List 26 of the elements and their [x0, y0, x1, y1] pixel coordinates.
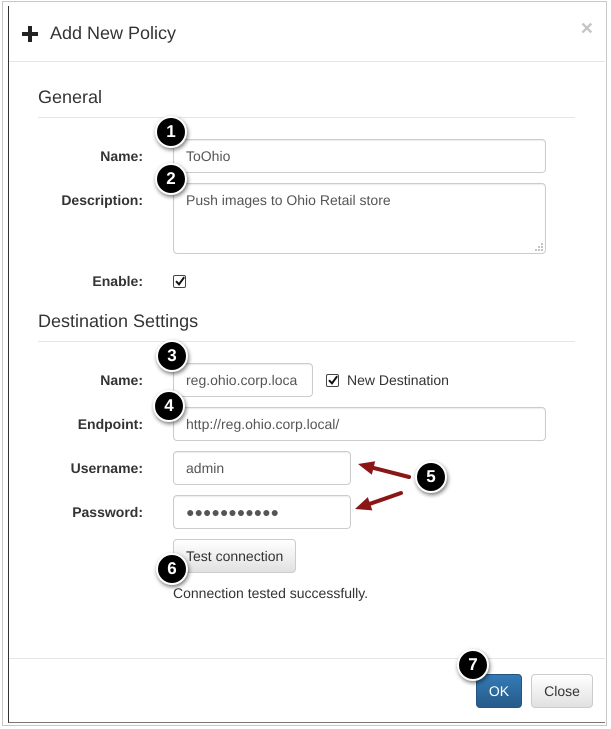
checkmark-icon	[328, 375, 338, 385]
plus-icon	[22, 26, 38, 42]
field-label: Name:	[100, 146, 143, 166]
field-label: Endpoint:	[78, 414, 143, 434]
section-heading: Destination Settings	[38, 311, 198, 331]
status-message: Connection tested successfully.	[173, 584, 368, 603]
field-label: Password:	[72, 502, 143, 522]
text-field[interactable]: http://reg.ohio.corp.local/	[173, 407, 546, 441]
field-label: Username:	[70, 458, 143, 478]
text-field[interactable]: ToOhio	[173, 139, 546, 173]
checkbox[interactable]	[326, 374, 339, 386]
field-label: Description:	[61, 190, 143, 210]
checkbox-label: New Destination	[347, 370, 449, 390]
text-field[interactable]: reg.ohio.corp.loca	[173, 363, 313, 397]
ok-button[interactable]: OK	[476, 674, 522, 708]
description-field[interactable]: Push images to Ohio Retail store	[173, 183, 546, 254]
field-label: Name:	[100, 370, 143, 390]
checkbox[interactable]	[173, 274, 186, 288]
resize-grip-icon[interactable]	[535, 243, 543, 251]
section-heading: General	[38, 87, 102, 107]
checkmark-icon	[174, 276, 184, 286]
close-button[interactable]: Close	[531, 674, 593, 708]
text-field[interactable]: admin	[173, 451, 351, 485]
dialog-title: Add New Policy	[50, 22, 176, 45]
password-field[interactable]: ●●●●●●●●●●●	[173, 495, 351, 529]
field-label: Enable:	[92, 272, 143, 290]
